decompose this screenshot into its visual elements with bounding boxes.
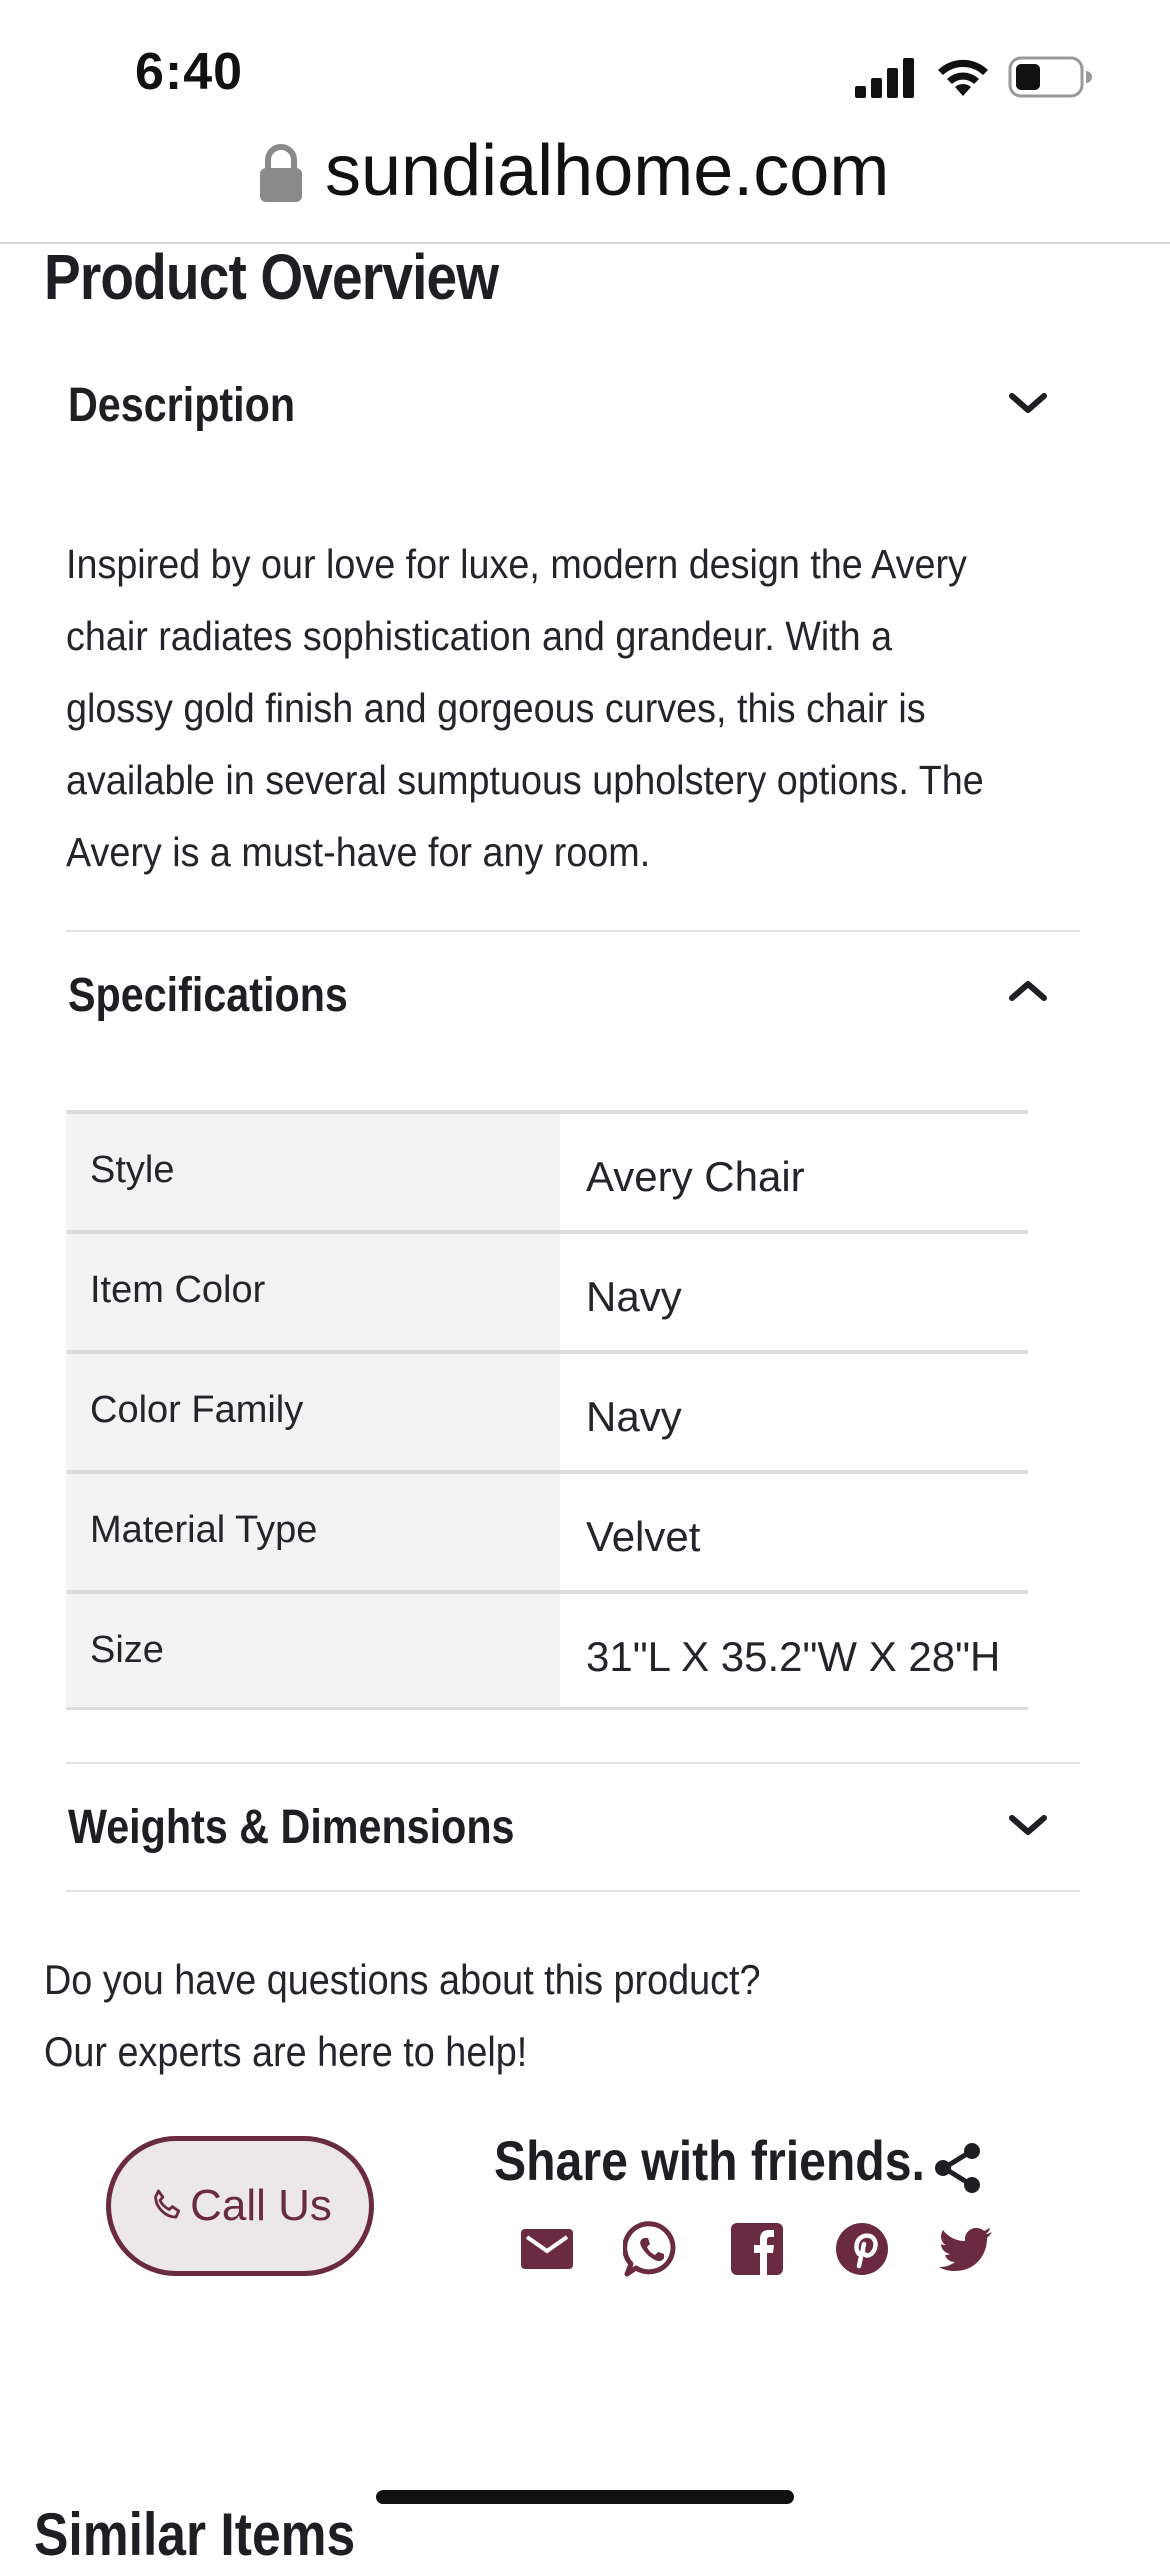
spec-value: Navy: [586, 1273, 682, 1320]
home-indicator: [376, 2490, 794, 2504]
table-row: Style Avery Chair: [66, 1110, 1028, 1230]
help-line-1: Do you have questions about this product…: [44, 1956, 761, 2003]
spec-value: 31"L X 35.2"W X 28"H: [586, 1633, 1001, 1680]
spec-key: Size: [66, 1594, 560, 1707]
battery-icon: [1008, 56, 1092, 98]
spec-key: Color Family: [66, 1354, 560, 1470]
help-line-2: Our experts are here to help!: [44, 2028, 528, 2075]
table-row: Color Family Navy: [66, 1350, 1028, 1470]
whatsapp-icon[interactable]: [623, 2220, 681, 2278]
spec-key: Item Color: [66, 1234, 560, 1350]
spec-key: Material Type: [66, 1474, 560, 1590]
description-accordion-header[interactable]: Description: [68, 378, 295, 433]
page-title: Product Overview: [44, 241, 499, 313]
pinterest-icon[interactable]: [833, 2220, 891, 2278]
specifications-table: Style Avery Chair Item Color Navy Color …: [66, 1110, 1028, 1710]
weights-dimensions-accordion-header[interactable]: Weights & Dimensions: [68, 1800, 515, 1855]
product-description: Inspired by our love for luxe, modern de…: [66, 541, 984, 875]
call-us-button[interactable]: Call Us: [106, 2136, 374, 2276]
divider: [66, 930, 1080, 932]
spec-value: Avery Chair: [586, 1153, 805, 1200]
phone-icon: [154, 2189, 181, 2219]
table-row: Material Type Velvet: [66, 1470, 1028, 1590]
spec-value: Velvet: [586, 1513, 701, 1560]
divider: [66, 1890, 1080, 1892]
status-time: 6:40: [135, 43, 244, 101]
chevron-down-icon[interactable]: [1006, 390, 1050, 418]
divider: [66, 1762, 1080, 1764]
cellular-signal-icon: [855, 58, 914, 98]
call-us-label: Call Us: [190, 2181, 332, 2230]
url-bar[interactable]: sundialhome.com: [325, 130, 889, 212]
email-icon[interactable]: [518, 2220, 576, 2278]
spec-value: Navy: [586, 1393, 682, 1440]
share-icon[interactable]: [930, 2140, 986, 2196]
wifi-icon: [938, 59, 988, 96]
chevron-down-icon[interactable]: [1006, 1812, 1050, 1840]
specifications-accordion-header[interactable]: Specifications: [68, 968, 348, 1023]
spec-key: Style: [66, 1114, 560, 1230]
lock-icon: [260, 144, 302, 202]
share-title: Share with friends.: [494, 2129, 925, 2192]
twitter-icon[interactable]: [938, 2220, 996, 2278]
table-row: Item Color Navy: [66, 1230, 1028, 1350]
similar-items-heading: Similar Items: [34, 2501, 356, 2568]
facebook-icon[interactable]: [728, 2220, 786, 2278]
chevron-up-icon[interactable]: [1006, 976, 1050, 1004]
help-text: Do you have questions about this product…: [44, 1944, 761, 2088]
table-row: Size 31"L X 35.2"W X 28"H: [66, 1590, 1028, 1710]
